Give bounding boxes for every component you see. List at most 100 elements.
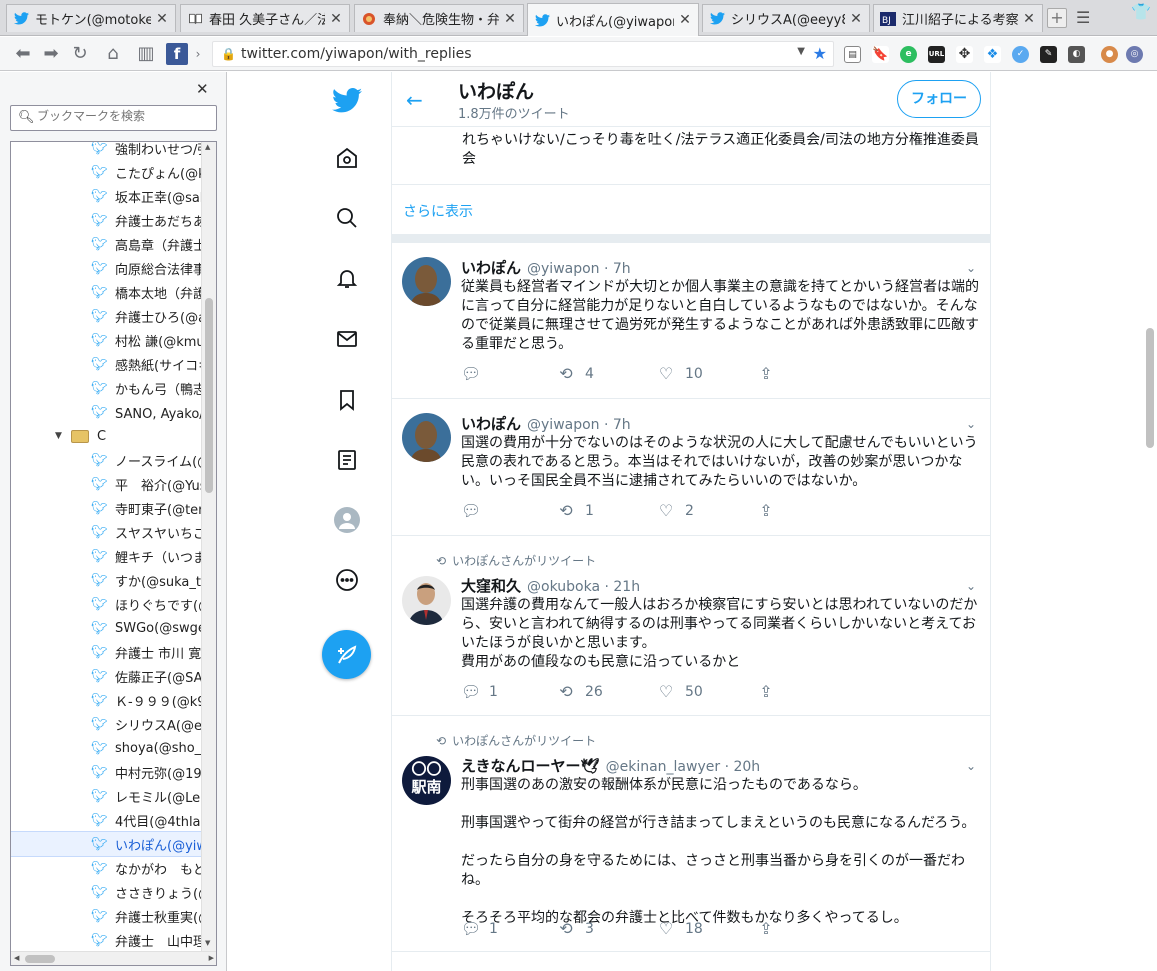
tab-list-icon[interactable]: ☰ <box>1076 8 1090 27</box>
like-button[interactable]: ♡ 50 <box>657 682 703 701</box>
share-button[interactable]: ⇪ <box>757 364 785 383</box>
reply-button[interactable]: 💬︎ 1 <box>461 919 498 938</box>
bookmark-item[interactable]: 🐦︎レモミル(@Lem <box>11 784 201 808</box>
url-bar[interactable]: 🔒 twitter.com/yiwapon/with_replies ▼ ★ <box>212 41 834 67</box>
bookmark-item[interactable]: 🐦︎弁護士ひろ(@ac <box>11 304 201 328</box>
page-vertical-scrollbar[interactable] <box>1143 72 1157 971</box>
share-button[interactable]: ⇪ <box>757 501 785 520</box>
tab-haruta[interactable]: 春田 久美子さん／法 ✕ <box>180 4 350 32</box>
bookmark-item[interactable]: 🐦︎ 橋本太地（弁護 <box>11 280 201 304</box>
author-handle[interactable]: @okuboka <box>527 579 600 595</box>
reply-button[interactable]: 💬︎ <box>461 501 489 520</box>
bookmark-item-selected[interactable]: 🐦︎ いわぽん(@yiw <box>11 831 202 857</box>
bookmark-item[interactable]: 🐦︎ 佐藤正子(@SAT <box>11 664 201 688</box>
home-icon[interactable]: ⌂ <box>102 43 124 65</box>
bookmark-item[interactable]: 🐦︎ 強制わいせつ/強 <box>11 142 201 160</box>
like-button[interactable]: ♡ 18 <box>657 919 703 938</box>
retweet-button[interactable]: ⟲ 3 <box>557 919 594 938</box>
bookmark-item[interactable]: 🐦︎スヤスヤいちご( <box>11 520 201 544</box>
author-handle[interactable]: @yiwapon <box>527 417 600 433</box>
bookmark-item[interactable]: 🐦︎鯉キチ（いつまで <box>11 544 201 568</box>
pencil-icon[interactable]: ✎ <box>1040 46 1057 63</box>
close-icon[interactable]: ✕ <box>678 12 692 28</box>
tab-sirius[interactable]: シリウスA(@eeyy88 ✕ <box>702 4 870 32</box>
bookmark-item[interactable]: 🐦︎SANO, Ayako/佐 <box>11 400 201 424</box>
compose-tweet-button[interactable] <box>322 630 371 679</box>
crosshair-icon[interactable]: ✥ <box>956 46 973 63</box>
retweet-button[interactable]: ⟲ 4 <box>557 364 594 383</box>
avatar[interactable] <box>402 576 451 625</box>
evernote-icon[interactable]: e <box>900 46 917 63</box>
profile-avatar-icon[interactable] <box>331 504 363 536</box>
show-more-row[interactable]: さらに表示 <box>392 184 990 234</box>
bookmark-item[interactable]: 🐦︎かもん弓（鴨志田 <box>11 376 201 400</box>
bookmarks-icon[interactable] <box>331 384 363 416</box>
back-arrow-icon[interactable]: ← <box>406 88 423 112</box>
bookmark-item[interactable]: 🐦︎ 村松 謙(@kmur <box>11 328 201 352</box>
bookmark-item[interactable]: 🐦︎ 向原総合法律事 <box>11 256 201 280</box>
bookmark-item[interactable]: 🐦︎寺町東子(@tera <box>11 496 201 520</box>
bookmark-item[interactable]: 🐦︎4代目(@4thlaw <box>11 808 201 832</box>
facebook-icon[interactable]: f <box>166 43 188 65</box>
url-text[interactable]: twitter.com/yiwapon/with_replies <box>241 46 472 62</box>
tweet[interactable]: ⟲ いわぽんさんがリツイート 〇〇 駅南 えきなんローヤー🕊 @ekinan_law… <box>392 716 990 952</box>
bookmark-item[interactable]: 🐦︎ 中村元弥(@196 <box>11 760 201 784</box>
scrollbar-thumb[interactable] <box>205 298 213 493</box>
new-tab-button[interactable]: + <box>1047 8 1067 28</box>
close-icon[interactable]: ✕ <box>1022 11 1036 27</box>
avatar[interactable]: 〇〇 駅南 <box>402 756 451 805</box>
ublock-icon[interactable]: ◐ <box>1068 46 1085 63</box>
tab-iwapon[interactable]: いわぽん(@yiwapon) ✕ <box>527 3 699 36</box>
bookmark-search-input[interactable] <box>37 109 212 123</box>
bookmark-item[interactable]: 🐦︎ 弁護士あだちあ <box>11 208 201 232</box>
tweet[interactable]: いわぽん @yiwapon · 7h ⌄ 国選の費用が十分でないのはそのような状況… <box>392 399 990 536</box>
bookmark-icon[interactable]: 🔖 <box>872 46 889 63</box>
bookmarks-panel-icon[interactable]: ▥ <box>135 43 157 65</box>
search-icon[interactable] <box>331 202 363 234</box>
home-icon[interactable] <box>331 142 363 174</box>
overflow-chevron-icon[interactable]: › <box>192 43 204 65</box>
tweet-time[interactable]: · 21h <box>604 579 640 595</box>
bookmark-search[interactable]: 🔍︎ <box>10 105 217 131</box>
bookmark-item[interactable]: 🐦︎ 平 裕介(@Yus <box>11 472 201 496</box>
bookmark-folder[interactable]: ▼ C <box>11 424 201 448</box>
author-name[interactable]: いわぽん <box>461 259 521 277</box>
bookmark-item[interactable]: 🐦︎こたぴょん(@ko <box>11 160 201 184</box>
forward-arrow-icon[interactable]: ➡ <box>40 43 62 65</box>
chevron-down-icon[interactable]: ⌄ <box>966 417 976 431</box>
author-handle[interactable]: @yiwapon <box>527 261 600 277</box>
url-dropdown-icon[interactable]: ▼ <box>797 46 805 57</box>
url-shortener-icon[interactable]: URL <box>928 46 945 63</box>
chevron-down-icon[interactable]: ⌄ <box>966 579 976 593</box>
tweet-time[interactable]: · 7h <box>604 417 631 433</box>
scroll-up-icon[interactable]: ▲ <box>205 143 210 151</box>
close-icon[interactable]: ✕ <box>155 11 169 27</box>
bookmark-item[interactable]: 🐦︎ 坂本正幸(@sak <box>11 184 201 208</box>
chevron-down-icon[interactable]: ⌄ <box>966 261 976 275</box>
reply-button[interactable]: 💬︎ <box>461 364 489 383</box>
addon-icon[interactable]: ● <box>1101 46 1118 63</box>
tweet-time[interactable]: · 7h <box>604 261 631 277</box>
chevron-down-icon[interactable]: ▼ <box>55 431 67 441</box>
chevron-down-icon[interactable]: ⌄ <box>966 759 976 773</box>
follow-button[interactable]: フォロー <box>897 80 981 118</box>
bookmark-item[interactable]: 🐦︎弁護士秋重実(@ <box>11 904 201 928</box>
avatar[interactable] <box>402 413 451 462</box>
tab-motoken[interactable]: モトケン(@motoken_tw) ✕ <box>6 4 176 32</box>
scroll-down-icon[interactable]: ▼ <box>205 939 210 947</box>
scrollbar-thumb[interactable] <box>25 955 55 963</box>
like-button[interactable]: ♡ 2 <box>657 501 694 520</box>
author-name[interactable]: えきなんローヤー🕊 <box>461 757 600 775</box>
share-button[interactable]: ⇪ <box>757 919 785 938</box>
twitter-logo-icon[interactable] <box>331 84 363 116</box>
library-icon[interactable]: ▤ <box>844 46 861 63</box>
tweet[interactable]: ⟲ いわぽんさんがリツイート 大窪和久 @okuboka · 21h ⌄ 国選弁護の… <box>392 536 990 716</box>
bookmark-item[interactable]: 🐦︎ shoya(@sho_y <box>11 736 201 760</box>
more-options-icon[interactable] <box>331 564 363 596</box>
scroll-right-icon[interactable]: ▶ <box>209 954 214 962</box>
author-name[interactable]: 大窪和久 <box>461 577 521 595</box>
back-arrow-icon[interactable]: ⬅ <box>12 43 34 65</box>
author-name[interactable]: いわぽん <box>461 415 521 433</box>
shirt-icon[interactable]: 👕 <box>1131 2 1151 21</box>
lists-icon[interactable] <box>331 444 363 476</box>
